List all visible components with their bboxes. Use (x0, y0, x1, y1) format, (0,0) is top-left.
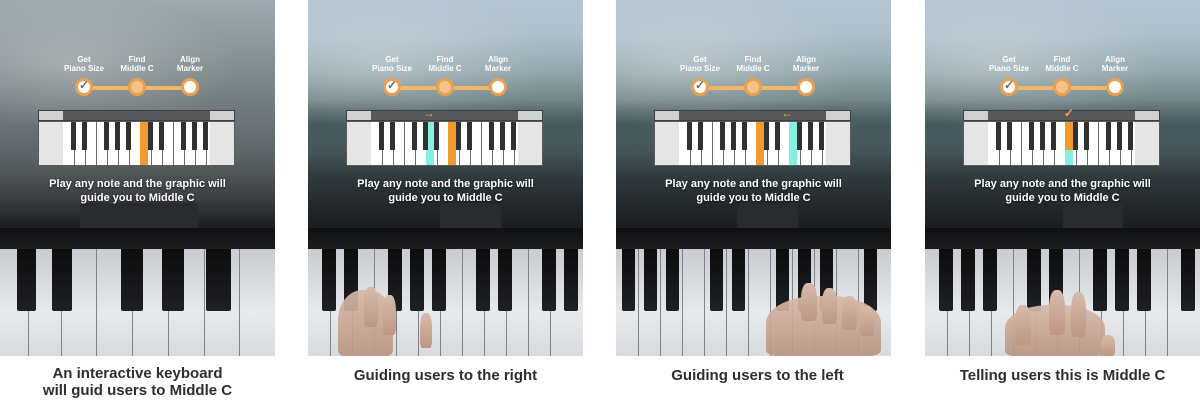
middle-c-key-highlight (448, 122, 456, 165)
piano-keys-photo (0, 249, 275, 356)
piano-deck (616, 227, 891, 250)
piano-deck (0, 227, 275, 250)
step-label-find-middle-c: Find Middle C (120, 55, 154, 73)
screen-panel-2: Get Piano Size Find Middle C Align Marker ✓… (308, 0, 583, 356)
instruction-text: Play any note and the graphic will guide … (357, 178, 534, 204)
step-dot-next (489, 78, 507, 96)
middle-c-key-highlight (140, 122, 148, 165)
step-dot-current (436, 78, 454, 96)
screen-panel-1: Get Piano Size Find Middle C Align Marker ✓… (0, 0, 275, 356)
check-icon: ✓ (79, 78, 90, 92)
step-label-align-marker: Align Marker (176, 55, 204, 73)
instruction-text: Play any note and the graphic will guide … (974, 178, 1151, 204)
step-dot-done: ✓ (383, 78, 401, 96)
step-dot-done: ✓ (1000, 78, 1018, 96)
screen-panel-3: Get Piano Size Find Middle C Align Marker ✓… (616, 0, 891, 356)
step-label-get-piano-size: Get Piano Size (988, 55, 1029, 73)
step-dot-current (1053, 78, 1071, 96)
arrow-right-icon: → (423, 106, 435, 120)
panel-caption: Guiding users to the right (353, 367, 538, 384)
step-label-get-piano-size: Get Piano Size (679, 55, 720, 73)
step-label-align-marker: Align Marker (484, 55, 512, 73)
keyboard-graphic: ✓ (963, 106, 1160, 166)
step-indicator: Get Piano Size Find Middle C Align Marker ✓ (616, 55, 891, 105)
keyboard-graphic (38, 110, 235, 166)
step-dot-next (1106, 78, 1124, 96)
arrow-left-icon: ← (781, 106, 793, 120)
step-label-get-piano-size: Get Piano Size (371, 55, 412, 73)
keyboard-graphic: ← (654, 106, 851, 166)
instruction-text: Play any note and the graphic will guide … (665, 178, 842, 204)
step-indicator: Get Piano Size Find Middle C Align Marker ✓ (308, 55, 583, 105)
step-label-get-piano-size: Get Piano Size (63, 55, 104, 73)
played-key-highlight (789, 122, 797, 165)
check-icon: ✓ (1064, 106, 1075, 120)
check-icon: ✓ (387, 78, 398, 92)
step-dot-done: ✓ (75, 78, 93, 96)
step-dot-current (744, 78, 762, 96)
screen-panel-4: Get Piano Size Find Middle C Align Marker ✓… (925, 0, 1200, 356)
step-dot-current (128, 78, 146, 96)
check-icon: ✓ (1004, 78, 1015, 92)
step-indicator: Get Piano Size Find Middle C Align Marker ✓ (0, 55, 275, 105)
panel-caption: Guiding users to the left (671, 367, 844, 384)
instruction-text: Play any note and the graphic will guide … (49, 178, 226, 204)
step-label-align-marker: Align Marker (1101, 55, 1129, 73)
step-label-align-marker: Align Marker (792, 55, 820, 73)
panel-caption: An interactive keyboard will guid users t… (42, 365, 233, 399)
step-label-find-middle-c: Find Middle C (736, 55, 770, 73)
keyboard-graphic: → (346, 106, 543, 166)
step-label-find-middle-c: Find Middle C (1045, 55, 1079, 73)
check-icon: ✓ (695, 78, 706, 92)
middle-c-key-highlight (756, 122, 764, 165)
step-dot-next (797, 78, 815, 96)
panel-caption: Telling users this is Middle C (959, 367, 1166, 384)
piano-deck (925, 227, 1200, 250)
step-dot-done: ✓ (691, 78, 709, 96)
piano-deck (308, 227, 583, 250)
step-label-find-middle-c: Find Middle C (428, 55, 462, 73)
played-key-highlight (1065, 150, 1073, 165)
step-indicator: Get Piano Size Find Middle C Align Marker ✓ (925, 55, 1200, 105)
step-dot-next (181, 78, 199, 96)
